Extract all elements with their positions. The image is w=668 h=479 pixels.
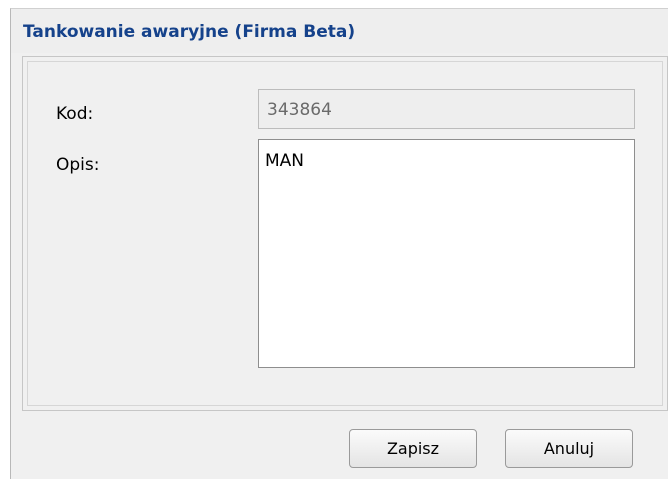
dialog-titlebar[interactable]: Tankowanie awaryjne (Firma Beta) [11, 9, 668, 53]
opis-label: Opis: [56, 155, 100, 175]
save-button[interactable]: Zapisz [349, 429, 477, 468]
dialog-title: Tankowanie awaryjne (Firma Beta) [23, 22, 356, 42]
cancel-button[interactable]: Anuluj [505, 429, 633, 468]
dialog-window: Tankowanie awaryjne (Firma Beta) Kod: 34… [10, 8, 668, 479]
opis-textarea[interactable]: MAN [258, 139, 635, 368]
kod-label: Kod: [56, 104, 94, 124]
kod-field: 343864 [258, 89, 635, 129]
